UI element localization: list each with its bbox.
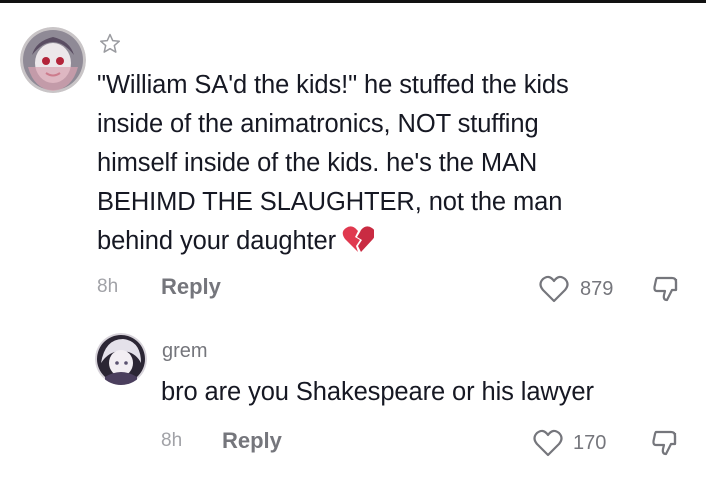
username[interactable]: grem [162, 340, 208, 363]
comment-time: 8h [161, 430, 183, 451]
avatar[interactable] [95, 333, 147, 385]
comment-text: bro are you Shakespeare or his lawyer [161, 378, 594, 406]
avatar[interactable] [20, 27, 86, 93]
like-count: 170 [573, 432, 607, 454]
comment-line: behind your daughter [97, 227, 337, 255]
broken-heart-icon [342, 226, 375, 252]
thumbs-down-icon[interactable] [652, 274, 682, 304]
thumbs-down-icon[interactable] [651, 428, 681, 458]
comment-text: "William SA'd the kids!" he stuffed the … [97, 66, 697, 261]
comment-line-last: behind your daughter [97, 222, 697, 261]
like-count: 879 [580, 278, 614, 300]
reply-button[interactable]: Reply [161, 274, 221, 300]
comment-1: "William SA'd the kids!" he stuffed the … [0, 0, 706, 320]
reply-button[interactable]: Reply [222, 428, 282, 454]
heart-outline-icon[interactable] [533, 429, 563, 457]
comment-line: "William SA'd the kids!" he stuffed the … [97, 71, 569, 99]
comment-time: 8h [97, 276, 119, 297]
comment-line: inside of the animatronics, NOT stuffing [97, 110, 539, 138]
heart-outline-icon[interactable] [539, 275, 569, 303]
comment-line: BEHIMD THE SLAUGHTER, not the man [97, 188, 563, 216]
star-outline-icon[interactable] [98, 32, 122, 56]
comment-line: himself inside of the kids. he's the MAN [97, 149, 538, 177]
